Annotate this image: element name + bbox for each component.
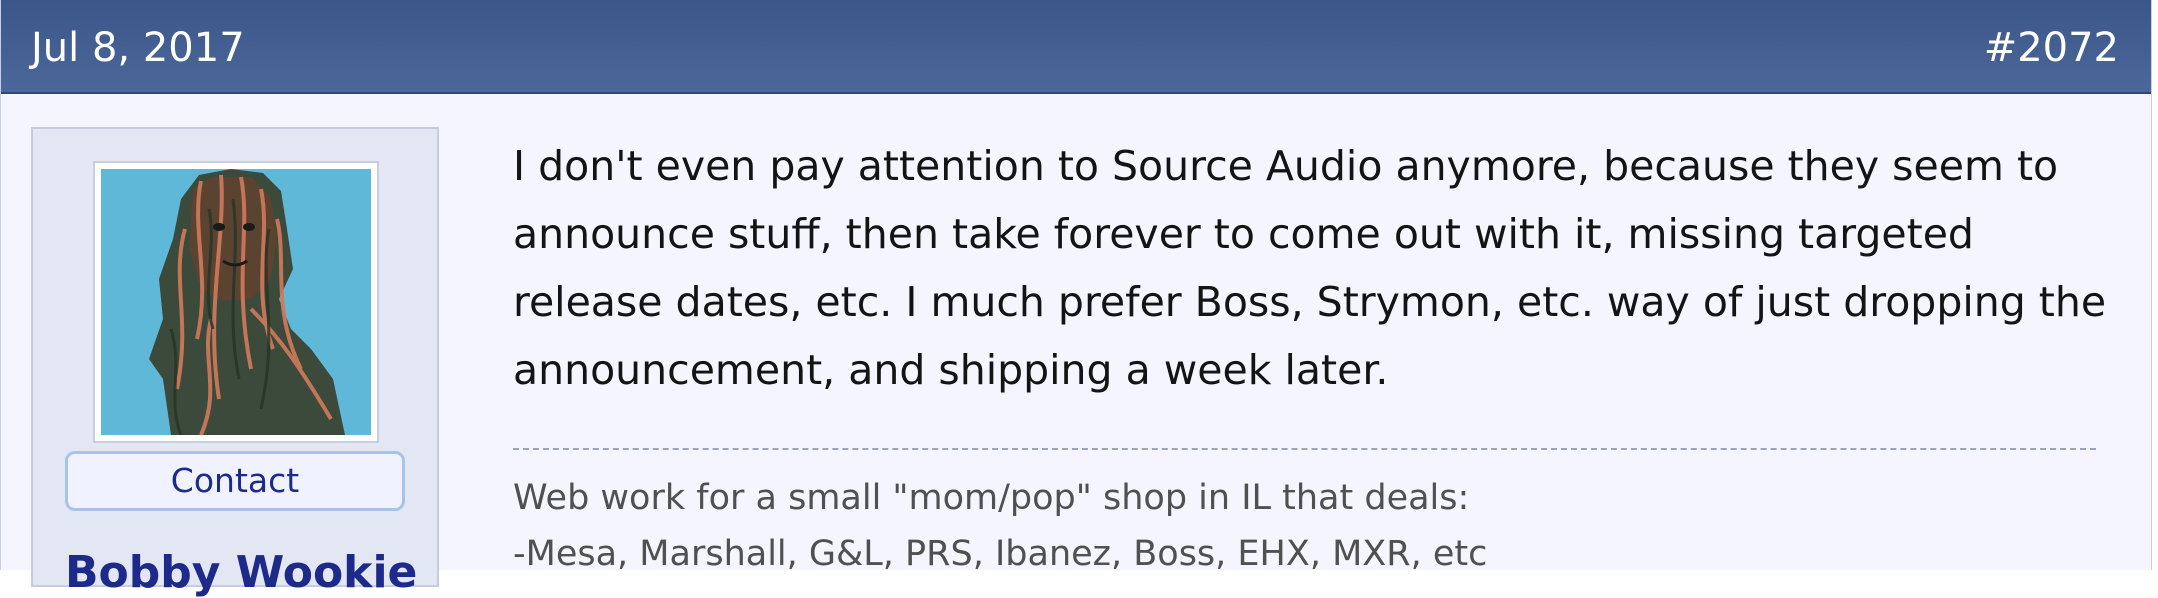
signature-line: -Mesa, Marshall, G&L, PRS, Ibanez, Boss,… [513, 534, 1488, 574]
avatar[interactable] [93, 161, 379, 443]
post-date: Jul 8, 2017 [31, 25, 245, 71]
wookiee-avatar-icon [101, 169, 371, 435]
contact-button[interactable]: Contact [65, 451, 405, 511]
post-header: Jul 8, 2017 #2072 [1, 0, 2151, 94]
post-message: I don't even pay attention to Source Aud… [513, 132, 2108, 404]
signature-line: Web work for a small "mom/pop" shop in I… [513, 478, 1470, 518]
post-message-text: I don't even pay attention to Source Aud… [513, 142, 2107, 394]
post-permalink[interactable]: #2072 [1984, 24, 2119, 72]
forum-post: Jul 8, 2017 #2072 Contact Bobby Wookie I… [0, 0, 2152, 598]
author-username[interactable]: Bobby Wookie [65, 547, 417, 598]
signature-divider [513, 448, 2096, 450]
post-signature: Web work for a small "mom/pop" shop in I… [513, 470, 2108, 582]
author-sidebar: Contact Bobby Wookie [31, 127, 439, 598]
